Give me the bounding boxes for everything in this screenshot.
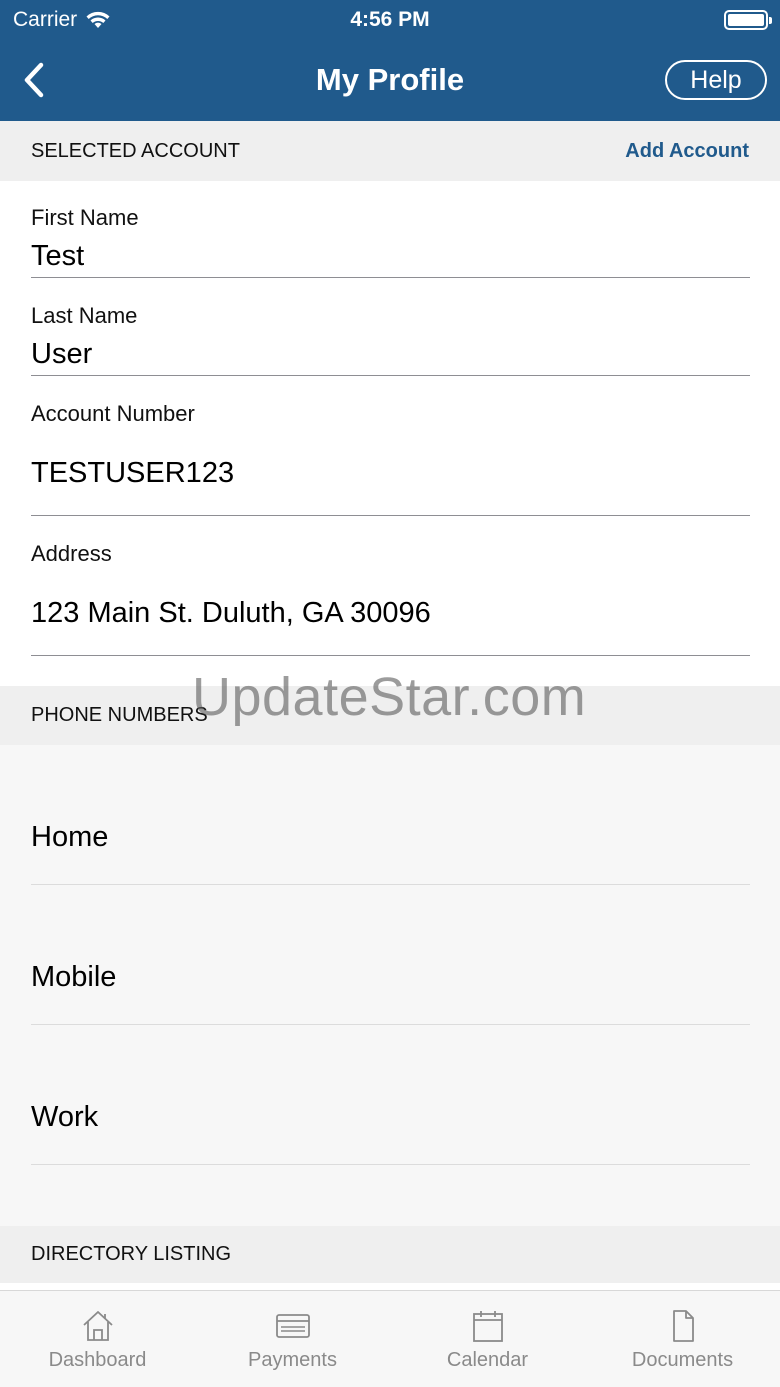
page-title: My Profile [315,62,465,97]
phone-label-home: Home [31,821,109,853]
document-icon [672,1310,694,1342]
phone-row-work[interactable]: Work [31,1025,750,1165]
help-button[interactable]: Help [665,60,767,100]
house-icon [82,1311,113,1341]
tab-documents[interactable]: Documents [585,1291,780,1387]
phone-row-mobile[interactable]: Mobile [31,885,750,1025]
tab-calendar[interactable]: Calendar [390,1291,585,1387]
phone-row-home[interactable]: Home [31,745,750,885]
section-header-phone-numbers: PHONE NUMBERS [0,686,780,745]
last-name-label: Last Name [31,303,138,328]
tab-label-documents: Documents [631,1349,734,1371]
section-header-selected-account: SELECTED ACCOUNT Add Account [0,121,780,181]
phone-label-work: Work [31,1101,99,1133]
tab-label-calendar: Calendar [446,1349,529,1371]
phone-numbers-list: Home Mobile Work [0,745,780,1226]
section-title: DIRECTORY LISTING [31,1243,232,1265]
address-value: 123 Main St. Duluth, GA 30096 [31,597,431,629]
section-title: SELECTED ACCOUNT [31,139,240,162]
add-account-link[interactable]: Add Account [625,140,749,163]
phone-label-mobile: Mobile [31,961,117,993]
first-name-value: Test [31,240,85,272]
status-bar: Carrier 4:56 PM [0,0,780,40]
header-bar: Carrier 4:56 PM My Profile Help [0,0,780,121]
address-label: Address [31,541,112,566]
chevron-left-icon [24,62,44,98]
tab-label-payments: Payments [248,1349,337,1371]
tab-label-dashboard: Dashboard [48,1349,147,1371]
status-time: 4:56 PM [350,8,430,31]
battery-icon [724,10,772,30]
section-header-directory-listing: DIRECTORY LISTING [0,1226,780,1283]
account-number-field[interactable]: TESTUSER123 [31,457,750,516]
last-name-field[interactable]: User [31,338,750,376]
first-name-field[interactable]: Test [31,240,750,278]
account-number-label: Account Number [31,401,195,426]
first-name-label: First Name [31,205,139,230]
last-name-value: User [31,338,93,370]
account-number-value: TESTUSER123 [31,457,235,489]
section-title: PHONE NUMBERS [31,704,208,726]
back-button[interactable] [14,58,54,102]
tab-dashboard[interactable]: Dashboard [0,1291,195,1387]
address-field[interactable]: 123 Main St. Duluth, GA 30096 [31,597,750,656]
tab-bar: Dashboard Payments Calendar Documents [0,1290,780,1387]
card-icon [275,1314,310,1338]
calendar-icon [472,1311,503,1342]
tab-payments[interactable]: Payments [195,1291,390,1387]
